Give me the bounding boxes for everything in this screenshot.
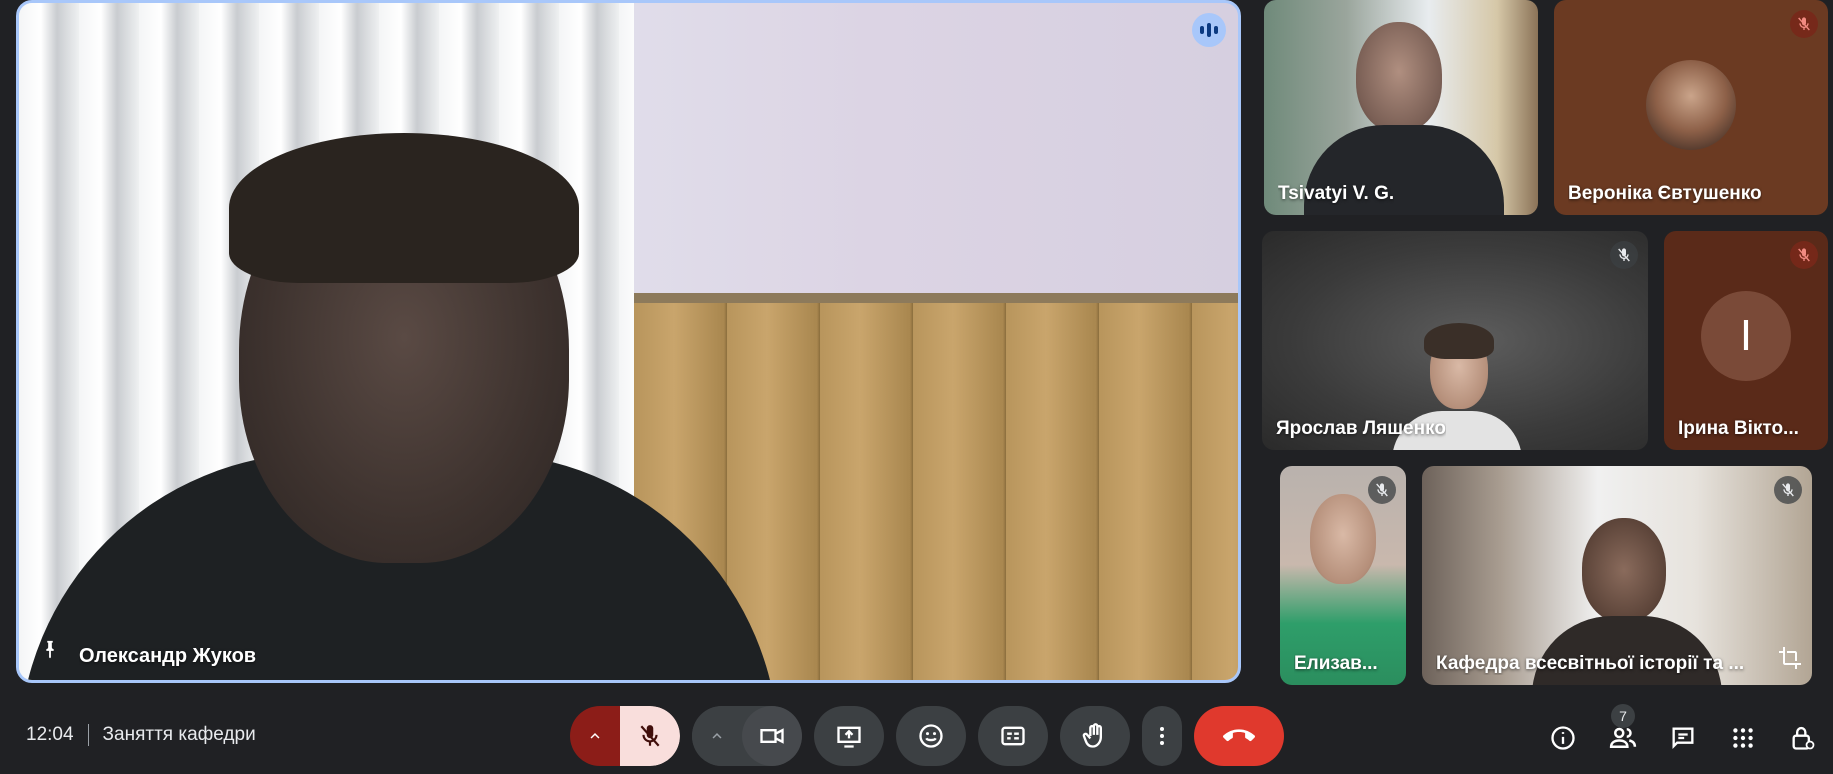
camera-toggle-button[interactable] bbox=[742, 706, 802, 766]
participant-video bbox=[1582, 518, 1666, 622]
apps-icon bbox=[1733, 728, 1753, 748]
clock: 12:04 bbox=[26, 724, 74, 745]
avatar: I bbox=[1701, 291, 1791, 381]
mic-control-group bbox=[570, 706, 680, 766]
main-speaker-name: Олександр Жуков bbox=[79, 645, 257, 667]
emoji-icon bbox=[919, 724, 943, 748]
participant-name: Вероніка Євтушенко bbox=[1568, 183, 1762, 204]
participant-name: Ірина Вікто... bbox=[1678, 418, 1799, 439]
reactions-button[interactable] bbox=[896, 706, 966, 766]
mic-toggle-button[interactable] bbox=[620, 706, 680, 766]
participant-video bbox=[1356, 22, 1442, 132]
participant-tile[interactable]: Елизав... bbox=[1280, 466, 1406, 685]
camera-control-group bbox=[692, 706, 802, 766]
host-controls-icon bbox=[1792, 726, 1815, 750]
call-controls bbox=[570, 706, 1284, 766]
main-speaker-tile[interactable]: Олександр Жуков bbox=[16, 0, 1241, 683]
raise-hand-icon bbox=[1082, 723, 1102, 748]
host-controls-button[interactable] bbox=[1773, 708, 1833, 768]
meeting-title: Заняття кафедри bbox=[102, 724, 256, 745]
mic-off-icon bbox=[1790, 241, 1818, 269]
crop-icon[interactable] bbox=[1778, 646, 1802, 675]
participant-tile[interactable]: Кафедра всесвітньої історії та ... bbox=[1422, 466, 1812, 685]
audio-options-button[interactable] bbox=[570, 706, 620, 766]
captions-icon bbox=[1001, 726, 1025, 746]
speaking-indicator-icon bbox=[1192, 13, 1226, 47]
mic-off-icon bbox=[1368, 476, 1396, 504]
end-call-icon bbox=[1223, 729, 1255, 742]
participant-name: Ярослав Ляшенко bbox=[1276, 418, 1446, 439]
chat-button[interactable] bbox=[1653, 708, 1713, 768]
captions-button[interactable] bbox=[978, 706, 1048, 766]
participant-name: Елизав... bbox=[1294, 653, 1378, 674]
chevron-up-icon bbox=[590, 733, 600, 739]
present-screen-button[interactable] bbox=[814, 706, 884, 766]
participant-name: Кафедра всесвітньої історії та ... bbox=[1436, 653, 1745, 674]
avatar bbox=[1646, 60, 1736, 150]
mic-off-icon bbox=[1774, 476, 1802, 504]
chat-icon bbox=[1672, 727, 1694, 749]
mic-off-icon bbox=[1610, 241, 1638, 269]
end-call-button[interactable] bbox=[1194, 706, 1284, 766]
speaker-video bbox=[19, 123, 779, 680]
camera-icon bbox=[760, 728, 784, 744]
side-panel-controls: 7 bbox=[1533, 704, 1833, 768]
participant-video bbox=[1310, 494, 1376, 584]
bottom-toolbar: 12:04 Заняття кафедри 7 bbox=[0, 700, 1833, 774]
meeting-info: 12:04 Заняття кафедри bbox=[26, 724, 256, 746]
divider bbox=[87, 724, 89, 746]
more-options-button[interactable] bbox=[1142, 706, 1182, 766]
participant-tile[interactable]: Ярослав Ляшенко bbox=[1262, 231, 1648, 450]
mic-off-icon bbox=[1790, 10, 1818, 38]
participant-count-badge: 7 bbox=[1611, 704, 1635, 728]
participant-name: Tsivatyi V. G. bbox=[1278, 183, 1395, 204]
video-options-button[interactable] bbox=[692, 706, 742, 766]
pin-icon[interactable] bbox=[39, 639, 61, 666]
participant-tile[interactable]: I Ірина Вікто... bbox=[1664, 231, 1828, 450]
more-vert-icon bbox=[1160, 727, 1164, 745]
participant-tile[interactable]: Tsivatyi V. G. bbox=[1264, 0, 1538, 215]
activities-button[interactable] bbox=[1713, 708, 1773, 768]
people-button[interactable]: 7 bbox=[1593, 704, 1653, 768]
meeting-details-button[interactable] bbox=[1533, 708, 1593, 768]
participant-tile[interactable]: Вероніка Євтушенко bbox=[1554, 0, 1828, 215]
chevron-up-icon bbox=[712, 733, 722, 739]
mic-off-icon bbox=[640, 725, 660, 747]
present-screen-icon bbox=[837, 726, 861, 748]
info-icon bbox=[1551, 726, 1575, 750]
meet-call-screen: Олександр Жуков Tsivatyi V. G. Вероніка … bbox=[0, 0, 1833, 774]
raise-hand-button[interactable] bbox=[1060, 706, 1130, 766]
